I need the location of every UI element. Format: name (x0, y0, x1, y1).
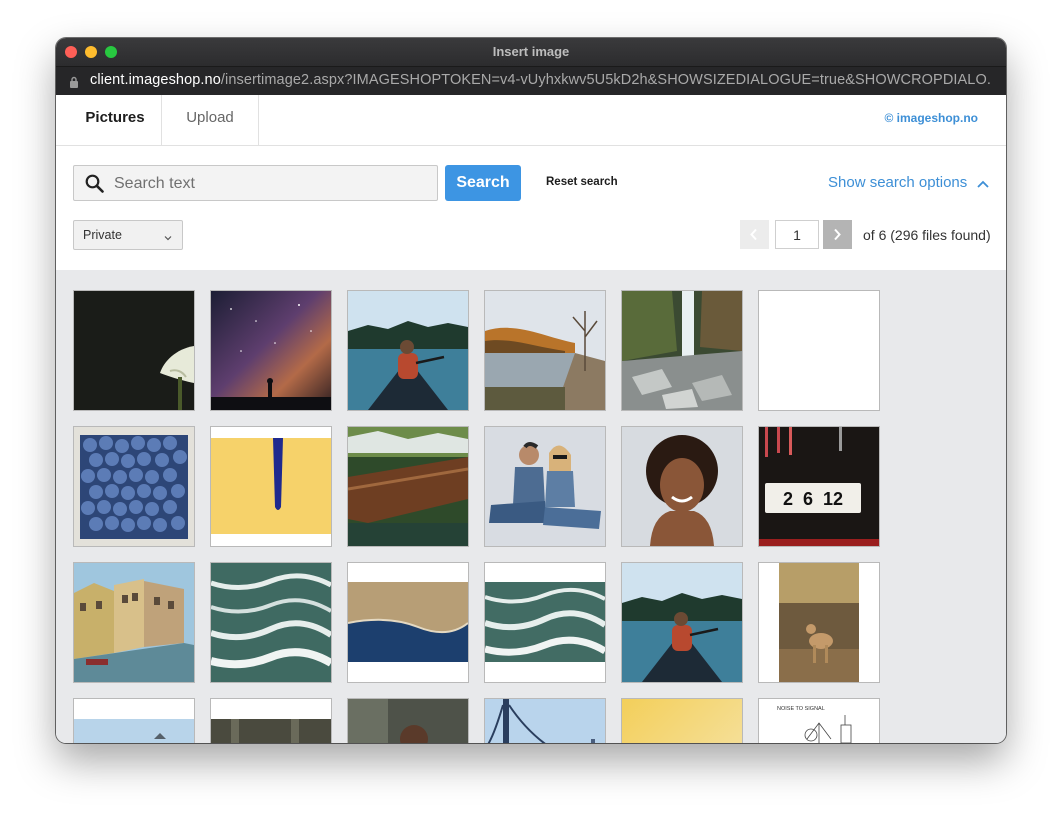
display-numbers: 2 6 12 (783, 489, 843, 509)
chevron-left-icon (750, 228, 757, 241)
thumbnail-blueberries[interactable] (73, 426, 195, 547)
url-path: /insertimage2.aspx?IMAGESHOPTOKEN=v4-vUy… (220, 72, 990, 88)
lock-icon (69, 75, 79, 93)
thumbnail-yellow-pencil[interactable] (210, 426, 332, 547)
search-field[interactable] (73, 165, 438, 202)
thumbnail-sketch-drawing[interactable]: NOISE TO SIGNAL (758, 698, 880, 743)
thumbnail-sea-waves-wide[interactable] (484, 562, 606, 683)
thumbnail-bridge[interactable] (484, 698, 606, 743)
show-search-options-toggle[interactable]: Show search options (828, 174, 989, 192)
image-gallery: 2 6 12 NOISE TO SIGNAL (56, 270, 1006, 743)
thumbnail-couple-denim[interactable] (484, 426, 606, 547)
thumbnail-portrait-woman[interactable] (621, 426, 743, 547)
thumbnail-park-trees[interactable] (210, 698, 332, 743)
page-count-info: of 6 (296 files found) (863, 227, 991, 243)
imageshop-link[interactable]: © imageshop.no (884, 111, 978, 125)
tab-bar: Pictures Upload © imageshop.no (56, 95, 1006, 146)
previous-page-button[interactable] (740, 220, 769, 249)
thumbnail-canoe-lake-2[interactable] (621, 562, 743, 683)
thumbnail-dark-portrait[interactable] (347, 698, 469, 743)
thumbnail-autumn-lake[interactable] (484, 290, 606, 411)
page-number-input[interactable] (775, 220, 819, 249)
tab-upload[interactable]: Upload (161, 95, 259, 145)
show-search-options-label: Show search options (828, 174, 968, 191)
address-bar[interactable]: client.imageshop.no/insertimage2.aspx?IM… (56, 66, 1006, 96)
thumbnail-aerial-coast[interactable] (347, 562, 469, 683)
chevron-right-icon (834, 228, 841, 241)
thumbnail-sea-waves[interactable] (210, 562, 332, 683)
search-icon (85, 174, 104, 198)
thumbnail-calla-lily[interactable] (73, 290, 195, 411)
tab-pictures[interactable]: Pictures (69, 95, 161, 145)
thumbnail-canal-town[interactable] (73, 562, 195, 683)
title-bar: Insert image (56, 38, 1006, 66)
url-text[interactable]: client.imageshop.no/insertimage2.aspx?IM… (90, 72, 990, 88)
thumbnail-sky-horizon[interactable] (73, 698, 195, 743)
thumbnail-number-display[interactable]: 2 6 12 (758, 426, 880, 547)
folder-select[interactable]: Private (73, 220, 183, 250)
sketch-caption: NOISE TO SIGNAL (777, 706, 825, 712)
search-input[interactable] (112, 166, 434, 202)
thumbnail-deer-forest[interactable] (758, 562, 880, 683)
next-page-button[interactable] (823, 220, 852, 249)
thumbnail-milky-way[interactable] (210, 290, 332, 411)
folder-select-value: Private (83, 228, 122, 242)
search-button[interactable]: Search (445, 165, 521, 201)
thumbnail-canoe-lake[interactable] (347, 290, 469, 411)
thumbnail-blank[interactable] (758, 290, 880, 411)
chevron-down-icon (164, 230, 172, 244)
thumbnail-wooden-boat[interactable] (347, 426, 469, 547)
insert-image-window: Insert image client.imageshop.no/inserti… (56, 38, 1006, 743)
thumbnail-waterfall[interactable] (621, 290, 743, 411)
thumbnail-golden-haze[interactable] (621, 698, 743, 743)
window-title: Insert image (492, 44, 570, 59)
url-domain: client.imageshop.no (90, 72, 221, 88)
chevron-up-icon (977, 175, 989, 192)
reset-search-link[interactable]: Reset search (546, 176, 618, 188)
